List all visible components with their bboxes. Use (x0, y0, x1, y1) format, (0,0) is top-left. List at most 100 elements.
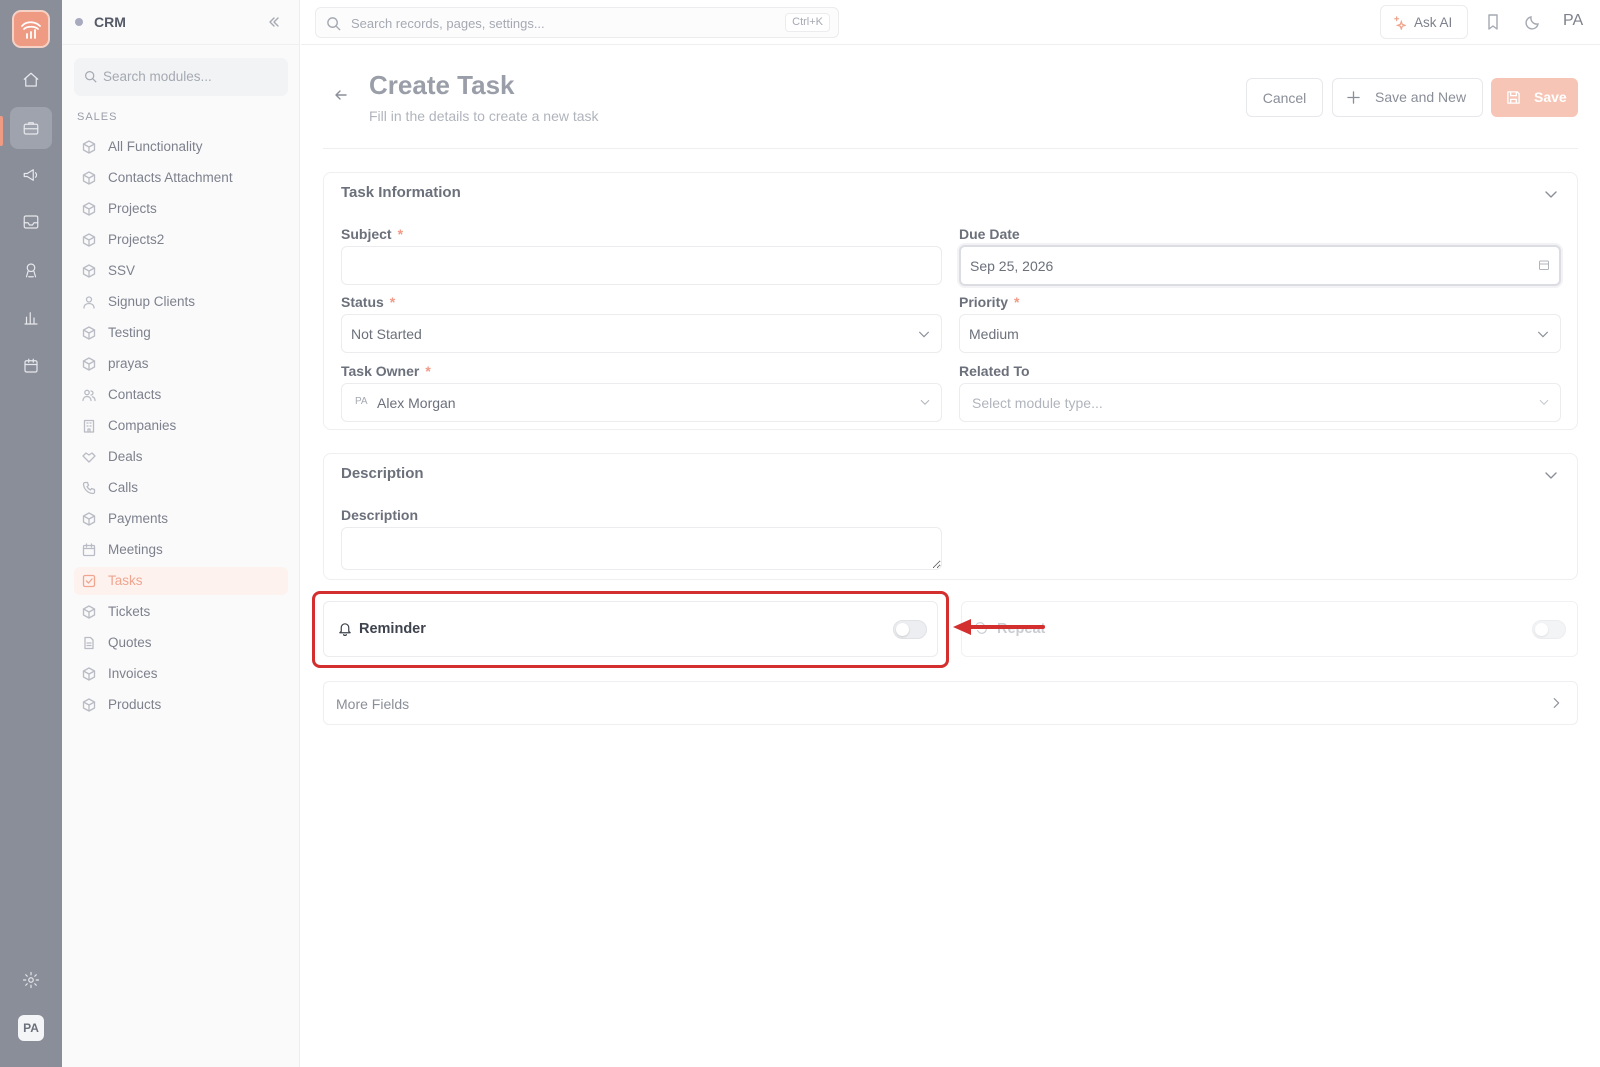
users-icon (82, 389, 96, 402)
cube-icon (82, 605, 96, 619)
due-date-value: Sep 25, 2026 (970, 258, 1054, 274)
task-owner-select[interactable]: PA Alex Morgan (341, 383, 942, 422)
chevron-down-icon[interactable] (1543, 467, 1559, 483)
handshake-icon (82, 452, 96, 463)
sidebar-item-label: All Functionality (108, 139, 203, 154)
due-date-input[interactable]: Sep 25, 2026 (959, 245, 1561, 286)
sidebar-item-testing[interactable]: Testing (74, 319, 288, 347)
related-to-select[interactable]: Select module type... (959, 383, 1561, 422)
sidebar-item-label: Tasks (108, 573, 143, 588)
module-search-input[interactable]: Search modules... (74, 58, 288, 96)
calendar-icon[interactable] (1538, 259, 1550, 271)
cube-icon (82, 140, 96, 154)
sidebar-item-companies[interactable]: Companies (74, 412, 288, 440)
required-marker: * (389, 294, 396, 310)
user-initials[interactable]: PA (1563, 12, 1583, 30)
status-label: Status * (341, 294, 395, 310)
priority-select[interactable]: Medium (959, 314, 1561, 353)
inbox-icon[interactable] (10, 201, 52, 243)
repeat-switch[interactable] (1532, 620, 1566, 639)
priority-label: Priority * (959, 294, 1019, 310)
chevron-down-icon (919, 331, 929, 338)
status-value: Not Started (351, 326, 422, 342)
subject-label-text: Subject (341, 226, 392, 242)
module-search-placeholder: Search modules... (103, 69, 212, 84)
sidebar-item-quotes[interactable]: Quotes (74, 629, 288, 657)
megaphone-icon[interactable] (10, 154, 52, 196)
sidebar-item-tickets[interactable]: Tickets (74, 598, 288, 626)
sidebar-header: CRM (62, 0, 300, 45)
sidebar-item-calls[interactable]: Calls (74, 474, 288, 502)
owner-value: Alex Morgan (377, 395, 456, 411)
repeat-toggle-row[interactable]: Repeat (961, 601, 1578, 657)
sidebar-item-prayas[interactable]: prayas (74, 350, 288, 378)
required-marker: * (425, 363, 431, 379)
sidebar-item-label: Testing (108, 325, 151, 340)
cube-icon (82, 667, 96, 681)
task-owner-label-text: Task Owner (341, 363, 420, 379)
app-name: CRM (94, 14, 126, 30)
status-select[interactable]: Not Started (341, 314, 942, 353)
bar-chart-icon[interactable] (10, 297, 52, 339)
save-button[interactable]: Save (1491, 78, 1578, 117)
back-arrow-icon[interactable] (332, 86, 350, 104)
cube-icon (82, 202, 96, 216)
sidebar-item-contacts[interactable]: Contacts (74, 381, 288, 409)
ask-ai-button[interactable]: Ask AI (1380, 5, 1468, 39)
sidebar-item-label: Companies (108, 418, 177, 433)
sidebar-item-projects2[interactable]: Projects2 (74, 226, 288, 254)
sidebar-item-meetings[interactable]: Meetings (74, 536, 288, 564)
page-title: Create Task (369, 70, 515, 100)
support-icon[interactable] (10, 249, 52, 291)
required-marker: * (397, 226, 404, 242)
task-check-icon (82, 574, 96, 588)
sidebar-item-tasks[interactable]: Tasks (74, 567, 288, 595)
sparkle-icon (1394, 16, 1406, 30)
sidebar-item-label: Signup Clients (108, 294, 196, 309)
sidebar-item-label: Projects (108, 201, 157, 216)
calendar-icon[interactable] (10, 345, 52, 387)
sidebar-item-contacts-attachment[interactable]: Contacts Attachment (74, 164, 288, 192)
sidebar-item-payments[interactable]: Payments (74, 505, 288, 533)
sidebar-item-ssv[interactable]: SSV (74, 257, 288, 285)
sidebar-item-all-functionality[interactable]: All Functionality (74, 133, 288, 161)
home-icon[interactable] (10, 59, 52, 101)
description-textarea[interactable] (341, 527, 942, 570)
user-avatar[interactable]: PA (18, 1015, 44, 1041)
sidebar-item-label: Tickets (108, 604, 151, 619)
description-label: Description (341, 507, 419, 523)
related-to-placeholder: Select module type... (972, 395, 1103, 411)
bookmark-icon[interactable] (1483, 12, 1503, 32)
section-title: Description (341, 465, 424, 482)
section-title: Task Information (341, 184, 461, 201)
module-sidebar: CRM Search modules... SALES All Function… (62, 0, 300, 1067)
app-logo[interactable] (12, 10, 50, 48)
chevron-down-icon[interactable] (1543, 186, 1559, 202)
subject-input[interactable] (341, 246, 942, 285)
briefcase-icon[interactable] (10, 107, 52, 149)
sidebar-item-label: Deals (108, 449, 143, 464)
save-and-new-label: Save and New (1375, 89, 1467, 105)
sidebar-item-projects[interactable]: Projects (74, 195, 288, 223)
cancel-button[interactable]: Cancel (1246, 78, 1323, 117)
sidebar-item-invoices[interactable]: Invoices (74, 660, 288, 688)
ask-ai-label: Ask AI (1414, 15, 1453, 30)
task-information-section: Task Information Subject * Due Date Sep 2… (323, 172, 1578, 430)
cube-icon (82, 233, 96, 247)
sidebar-item-signup-clients[interactable]: Signup Clients (74, 288, 288, 316)
sidebar-item-deals[interactable]: Deals (74, 443, 288, 471)
cube-icon (82, 357, 96, 371)
more-fields-expander[interactable]: More Fields (323, 681, 1578, 725)
global-search-input[interactable]: Search records, pages, settings... Ctrl+… (315, 7, 839, 38)
sidebar-item-label: prayas (108, 356, 149, 371)
sidebar-item-products[interactable]: Products (74, 691, 288, 719)
app-status-dot (75, 18, 83, 26)
save-and-new-button[interactable]: Save and New (1332, 78, 1483, 117)
collapse-sidebar-icon[interactable] (266, 14, 282, 30)
sidebar-section-label: SALES (77, 111, 118, 123)
user-icon (83, 296, 95, 309)
page-subtitle: Fill in the details to create a new task (369, 108, 599, 124)
moon-icon[interactable] (1523, 12, 1543, 32)
settings-gear-icon[interactable] (10, 959, 52, 1001)
chevron-right-icon (1553, 698, 1560, 708)
